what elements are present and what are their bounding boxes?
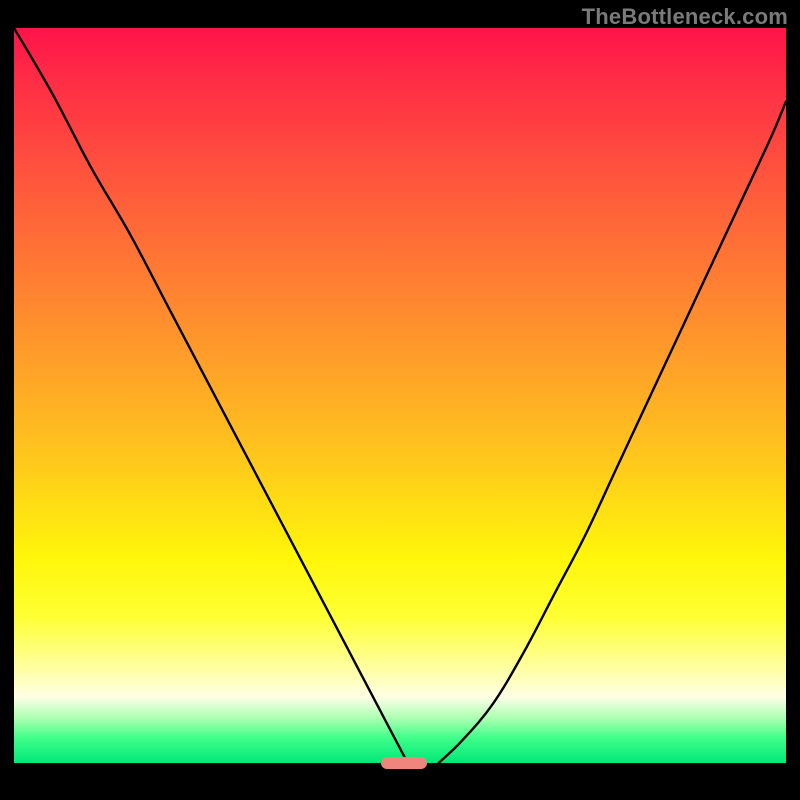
curve-left-branch [14, 28, 408, 763]
watermark-text: TheBottleneck.com [582, 4, 788, 30]
chart-root: TheBottleneck.com [0, 0, 800, 800]
minimum-marker [381, 757, 427, 769]
curve-right-branch [439, 102, 786, 764]
curve-layer [14, 28, 786, 763]
